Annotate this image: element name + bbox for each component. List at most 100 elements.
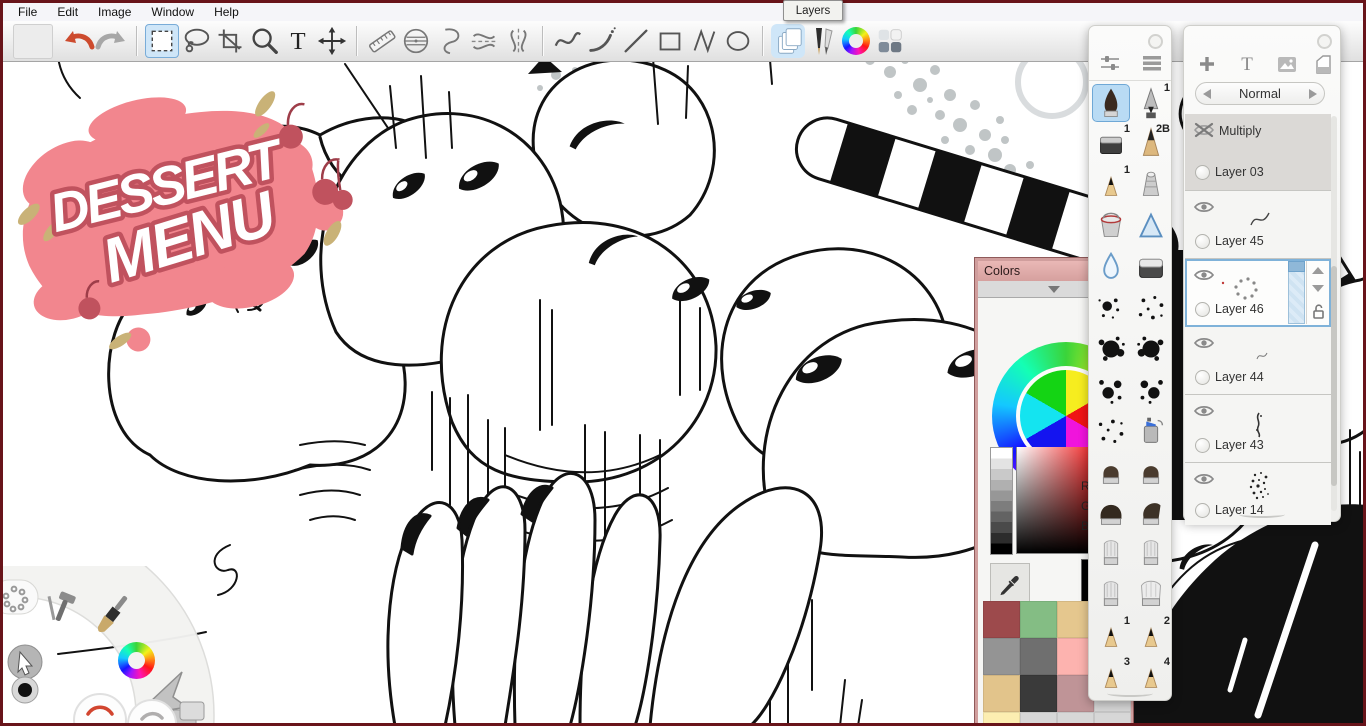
- color-swatch[interactable]: [1020, 601, 1057, 638]
- layer-mask-button[interactable]: [1308, 52, 1338, 76]
- visibility-eye-icon[interactable]: [1193, 403, 1215, 421]
- stroke-polyline-tool[interactable]: [687, 24, 721, 58]
- color-swatch[interactable]: [983, 675, 1020, 712]
- color-swatch[interactable]: [983, 601, 1020, 638]
- text-tool[interactable]: T: [281, 24, 315, 58]
- brush-item-splatter-large[interactable]: [1092, 330, 1130, 368]
- brush-item-smear[interactable]: [1132, 207, 1170, 245]
- brush-item-flat-eraser[interactable]: [1132, 248, 1170, 286]
- brush-item-chisel-3[interactable]: [1092, 576, 1130, 614]
- brush-settings-icon[interactable]: [1099, 54, 1121, 72]
- chevron-left-icon[interactable]: [1203, 88, 1211, 99]
- brush-item-splatter-spray[interactable]: [1092, 289, 1130, 327]
- brush-item-dots-sparse[interactable]: [1132, 289, 1170, 327]
- stroke-wavy-tool[interactable]: [551, 24, 585, 58]
- layer-row-layer45[interactable]: Layer 45: [1185, 191, 1331, 259]
- stroke-taper-tool[interactable]: [585, 24, 619, 58]
- scrollbar-thumb[interactable]: [1331, 266, 1337, 486]
- brush-item-splatter-medium[interactable]: [1092, 371, 1130, 409]
- visibility-eye-icon[interactable]: [1193, 199, 1215, 217]
- chevron-right-icon[interactable]: [1309, 88, 1317, 99]
- brush-item-chisel-wide[interactable]: [1132, 576, 1170, 614]
- zoom-tool[interactable]: [247, 24, 281, 58]
- ellipse-guide-tool[interactable]: [399, 24, 433, 58]
- brush-item-round-brush[interactable]: [1092, 453, 1130, 491]
- move-tool[interactable]: [315, 24, 349, 58]
- lock-open-icon[interactable]: [1311, 303, 1325, 319]
- menu-window[interactable]: Window: [141, 4, 204, 20]
- brush-item-pencil-2b[interactable]: 2B: [1132, 123, 1170, 163]
- brush-item-small-pencil[interactable]: 1: [1092, 164, 1130, 204]
- brush-item-big-brush[interactable]: [1092, 494, 1130, 532]
- brush-item-eraser[interactable]: 1: [1092, 123, 1130, 163]
- layer-active-radio[interactable]: [1195, 370, 1210, 385]
- layer-active-radio[interactable]: [1195, 165, 1210, 180]
- lagoon-color-dot-button[interactable]: [11, 676, 39, 704]
- color-swatch[interactable]: [1020, 675, 1057, 712]
- add-layer-button[interactable]: [1192, 52, 1222, 76]
- brush-item-airbrush[interactable]: [1132, 166, 1170, 204]
- menu-edit[interactable]: Edit: [47, 4, 88, 20]
- symmetry-y-tool[interactable]: [501, 24, 535, 58]
- rect-select-tool[interactable]: [145, 24, 179, 58]
- visibility-eye-icon[interactable]: [1193, 335, 1215, 353]
- blend-mode-selector[interactable]: Normal: [1195, 82, 1325, 105]
- brush-item-pencil-1[interactable]: 1: [1092, 615, 1130, 655]
- french-curve-tool[interactable]: [433, 24, 467, 58]
- brush-item-spray-can[interactable]: [1132, 412, 1170, 450]
- brush-item-splatter-medium-2[interactable]: [1132, 371, 1170, 409]
- layer-active-radio[interactable]: [1195, 234, 1210, 249]
- layer-row-layer43[interactable]: Layer 43: [1185, 395, 1331, 463]
- move-layer-up-icon[interactable]: [1312, 266, 1324, 274]
- lagoon-color-wheel-icon[interactable]: [118, 642, 155, 679]
- visibility-hidden-icon[interactable]: [1193, 122, 1215, 140]
- brush-palette-toggle[interactable]: [805, 24, 839, 58]
- ruler-tool[interactable]: [365, 24, 399, 58]
- layer-row-layer44[interactable]: Layer 44: [1185, 327, 1331, 395]
- undo-button[interactable]: [61, 24, 95, 58]
- color-wheel-toggle[interactable]: [839, 24, 873, 58]
- lagoon-undo-puck[interactable]: [73, 693, 127, 726]
- brush-item-chisel-2[interactable]: [1132, 535, 1170, 573]
- brush-item-round-brush-2[interactable]: [1132, 453, 1170, 491]
- color-swatch[interactable]: [983, 638, 1020, 675]
- lagoon-puck[interactable]: [0, 579, 39, 615]
- stroke-ellipse-tool[interactable]: [721, 24, 755, 58]
- brush-item-pencil-2[interactable]: 2: [1132, 615, 1170, 655]
- layer-active-radio[interactable]: [1195, 438, 1210, 453]
- color-swatch[interactable]: [1020, 638, 1057, 675]
- brush-item-fill-bucket[interactable]: [1092, 207, 1130, 245]
- panel-grip-icon[interactable]: [1317, 34, 1332, 49]
- swatches-toggle[interactable]: [873, 24, 907, 58]
- import-image-button[interactable]: [1272, 52, 1302, 76]
- symmetry-x-tool[interactable]: [467, 24, 501, 58]
- brush-item-splatter-large-2[interactable]: [1132, 330, 1170, 368]
- stroke-rect-tool[interactable]: [653, 24, 687, 58]
- menu-help[interactable]: Help: [204, 4, 249, 20]
- brush-item-water-drop[interactable]: [1092, 248, 1130, 286]
- layers-panel-toggle[interactable]: [771, 24, 805, 58]
- panel-resize-handle[interactable]: [1239, 511, 1285, 518]
- redo-button[interactable]: [95, 24, 129, 58]
- crop-tool[interactable]: [213, 24, 247, 58]
- brush-list-icon[interactable]: [1141, 54, 1163, 72]
- brush-item-paintbrush[interactable]: [1092, 83, 1130, 122]
- move-layer-down-icon[interactable]: [1312, 284, 1324, 292]
- brush-item-ballpoint[interactable]: 1: [1132, 82, 1170, 122]
- brush-item-chisel[interactable]: [1092, 535, 1130, 573]
- lagoon-select-button[interactable]: [7, 644, 43, 680]
- lasso-tool[interactable]: [179, 24, 213, 58]
- eyedropper-button[interactable]: [990, 563, 1030, 603]
- menu-file[interactable]: File: [8, 4, 47, 20]
- brush-item-fan-brush[interactable]: [1132, 494, 1170, 532]
- layer-row-layer46[interactable]: Layer 46: [1185, 259, 1331, 327]
- stroke-line-tool[interactable]: [619, 24, 653, 58]
- grayscale-ramp[interactable]: [990, 447, 1013, 555]
- opacity-slider-handle[interactable]: [1288, 261, 1305, 272]
- layer-active-radio[interactable]: [1195, 503, 1210, 518]
- layer-row-layer03[interactable]: Multiply Layer 03: [1185, 114, 1331, 191]
- menu-image[interactable]: Image: [88, 4, 141, 20]
- add-text-layer-button[interactable]: T: [1232, 52, 1262, 76]
- panel-resize-handle[interactable]: [1107, 690, 1153, 697]
- layer-active-radio[interactable]: [1195, 302, 1210, 317]
